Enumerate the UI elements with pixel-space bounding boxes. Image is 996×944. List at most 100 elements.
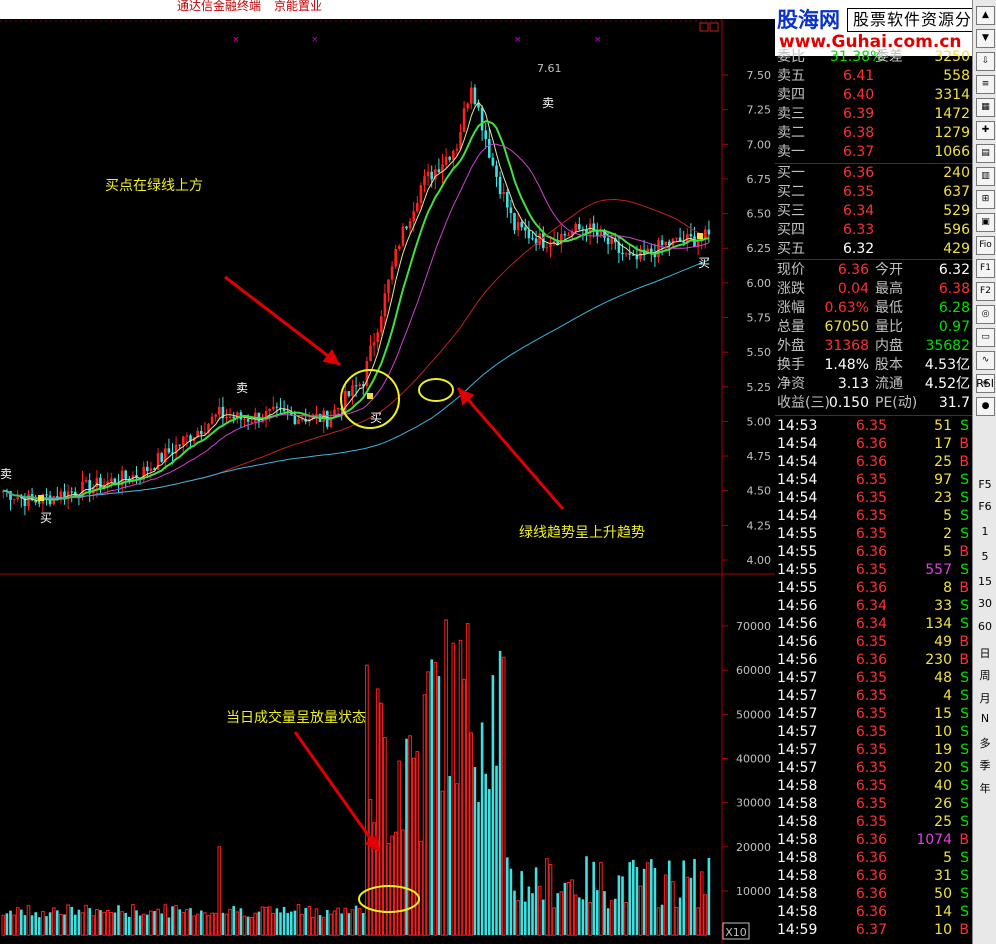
volume-bar	[609, 900, 614, 936]
ask-volume: 558	[943, 68, 970, 84]
volume-bar	[401, 829, 405, 936]
toolbar-icon[interactable]: ⇩	[976, 52, 995, 71]
tick-row: 14:57 6.35 10 S	[775, 723, 972, 742]
price-tick-label: 7.00	[747, 138, 772, 151]
volume-bar	[689, 877, 693, 936]
toolbar-period-5[interactable]: 15	[973, 575, 996, 588]
price-tick-label: 5.50	[747, 346, 772, 359]
volume-bar	[458, 639, 463, 936]
ask-row: 卖三 6.39 1472	[775, 105, 972, 124]
ma-line	[3, 143, 710, 499]
volume-bar	[228, 908, 232, 936]
toolbar-period-3[interactable]: 1	[973, 525, 996, 538]
toolbar-icon[interactable]: ▲	[976, 6, 995, 25]
volume-bar	[38, 917, 41, 936]
price-tick-label: 6.75	[747, 173, 772, 186]
candle	[380, 316, 383, 333]
toolbar-period-11[interactable]: N	[973, 712, 996, 725]
volume-bar	[235, 911, 240, 936]
logo-name: 股海网	[777, 8, 840, 32]
volume-bar	[282, 906, 286, 936]
volume-bar	[91, 915, 96, 936]
toolbar-icon[interactable]: Fio	[976, 236, 995, 255]
volume-bar	[174, 904, 178, 936]
toolbar-period-10[interactable]: 月	[973, 690, 996, 706]
volume-bar	[232, 906, 235, 936]
price-tick-label: 5.25	[747, 381, 772, 394]
candle	[606, 237, 610, 245]
toolbar-period-2[interactable]: F6	[973, 500, 996, 513]
volume-bar	[135, 910, 138, 936]
tick-row: 14:57 6.35 19 S	[775, 741, 972, 760]
toolbar-icon[interactable]: ▥	[976, 167, 995, 186]
volume-bar	[314, 908, 319, 936]
toolbar-period-0[interactable]: RSI	[973, 377, 996, 390]
toolbar-period-6[interactable]: 30	[973, 597, 996, 610]
ma-line	[3, 101, 709, 502]
toolbar-icon[interactable]: ●	[976, 397, 995, 416]
candle	[416, 203, 419, 212]
bid-row: 买五 6.32 429	[775, 240, 972, 259]
divider	[775, 259, 972, 260]
volume-bar	[614, 898, 617, 936]
toolbar-period-13[interactable]: 季	[973, 757, 996, 773]
tick-time: 14:55	[777, 562, 818, 578]
volume-bar	[253, 912, 258, 936]
toolbar-icon[interactable]: ◎	[976, 305, 995, 324]
bid-price: 6.34	[843, 203, 875, 219]
diff-label: 委差	[875, 49, 903, 65]
trade-signal: 买	[370, 411, 382, 425]
candle	[347, 391, 351, 397]
volume-bar	[336, 907, 340, 936]
candle	[369, 345, 372, 362]
stat-label: 量比	[875, 319, 903, 335]
tick-side: S	[960, 616, 969, 632]
tick-row: 14:58 6.36 31 S	[775, 867, 972, 886]
toolbar-period-4[interactable]: 5	[973, 550, 996, 563]
toolbar-icon[interactable]: ▼	[976, 29, 995, 48]
toolbar-period-7[interactable]: 60	[973, 620, 996, 633]
tick-volume: 51	[934, 418, 952, 434]
toolbar-period-12[interactable]: 多	[973, 735, 996, 751]
toolbar-period-1[interactable]: F5	[973, 478, 996, 491]
toolbar-icon[interactable]: ▦	[976, 98, 995, 117]
toolbar-icon[interactable]: ≡	[976, 75, 995, 94]
tick-row: 14:54 6.35 23 S	[775, 489, 972, 508]
volume-bar	[131, 904, 135, 936]
tick-row: 14:58 6.36 5 S	[775, 849, 972, 868]
event-marker: ×	[232, 35, 240, 45]
volume-bar	[195, 913, 200, 936]
bid-price: 6.35	[843, 184, 875, 200]
candle	[660, 240, 664, 246]
tick-volume: 20	[934, 760, 952, 776]
tick-volume: 230	[925, 652, 952, 668]
toolbar-icon[interactable]: F2	[976, 282, 995, 301]
tick-volume: 19	[934, 742, 952, 758]
toolbar-icon[interactable]: ∿	[976, 351, 995, 370]
stat-label: 最高	[875, 281, 903, 297]
tick-side: B	[959, 832, 969, 848]
volume-bar	[520, 871, 523, 936]
stat-label: 换手	[777, 357, 805, 373]
toolbar-period-8[interactable]: 日	[973, 645, 996, 661]
toolbar-period-9[interactable]: 周	[973, 667, 996, 683]
ask-label: 卖五	[777, 68, 805, 84]
toolbar-icon[interactable]: ▭	[976, 328, 995, 347]
toolbar-icon[interactable]: F1	[976, 259, 995, 278]
tick-time: 14:59	[777, 922, 818, 938]
stat-row: 换手 1.48% 股本 4.53亿	[775, 356, 972, 375]
volume-bar	[624, 901, 628, 936]
stat-value: 0.04	[837, 281, 869, 297]
toolbar-period-14[interactable]: 年	[973, 780, 996, 796]
chart-area[interactable]: × × × × 7.50 7.25 7.00 6.75 6.50 6.25 6.00 5.75 5.5…	[0, 19, 775, 944]
candle	[610, 238, 613, 245]
candle	[398, 245, 401, 249]
stat-value: 31368	[824, 338, 869, 354]
tick-volume: 25	[934, 454, 952, 470]
candle	[210, 416, 214, 424]
volume-bar	[321, 916, 326, 936]
toolbar-icon[interactable]: ✚	[976, 121, 995, 140]
toolbar-icon[interactable]: ▣	[976, 213, 995, 232]
toolbar-icon[interactable]: ⊞	[976, 190, 995, 209]
toolbar-icon[interactable]: ▤	[976, 144, 995, 163]
